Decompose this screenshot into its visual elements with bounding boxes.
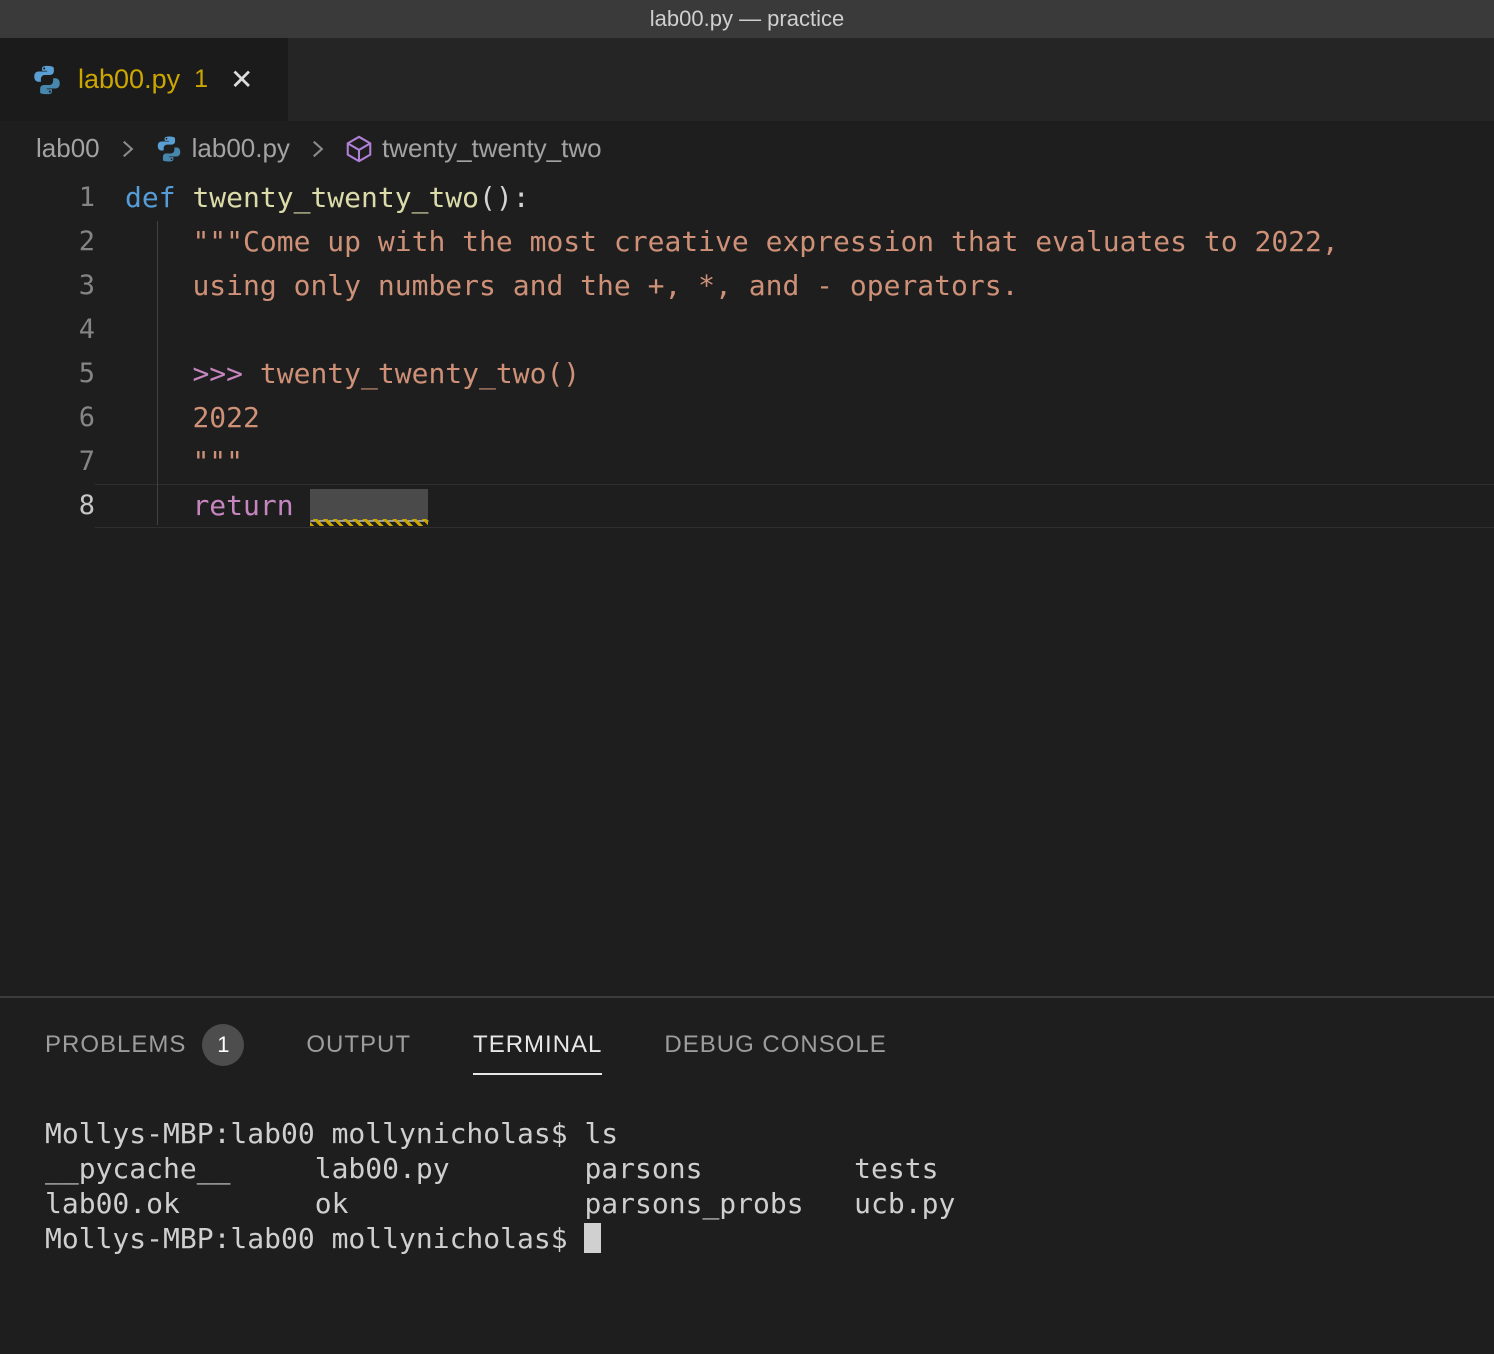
- terminal-line: Mollys-MBP:lab00 mollynicholas$: [45, 1221, 1474, 1256]
- tab-filename: lab00.py: [78, 64, 180, 95]
- tab-problems[interactable]: PROBLEMS 1: [45, 1024, 244, 1066]
- terminal-line: __pycache__ lab00.py parsons tests: [45, 1151, 1474, 1186]
- tab-bar: lab00.py 1 ✕: [0, 38, 1494, 121]
- terminal-cursor: [584, 1223, 601, 1253]
- tab-lab00py[interactable]: lab00.py 1 ✕: [0, 38, 288, 121]
- code-line[interactable]: 6 2022: [0, 396, 1494, 440]
- panel-tabs: PROBLEMS 1 OUTPUT TERMINAL DEBUG CONSOLE: [45, 1022, 887, 1068]
- breadcrumb: lab00 lab00.py twenty_twenty_two: [0, 121, 1494, 176]
- terminal[interactable]: Mollys-MBP:lab00 mollynicholas$ ls__pyca…: [45, 1116, 1474, 1256]
- python-icon: [30, 63, 64, 97]
- line-number: 7: [0, 440, 95, 484]
- code-line[interactable]: 8 return _______: [0, 484, 1494, 528]
- code-line[interactable]: 4: [0, 308, 1494, 352]
- close-icon[interactable]: ✕: [230, 66, 253, 94]
- code-line[interactable]: 3 using only numbers and the +, *, and -…: [0, 264, 1494, 308]
- chevron-right-icon: [114, 136, 140, 162]
- line-number: 8: [0, 484, 95, 528]
- code-text: """: [95, 440, 1494, 484]
- tab-debug-console[interactable]: DEBUG CONSOLE: [664, 1031, 886, 1059]
- line-number: 1: [0, 176, 95, 220]
- line-number: 2: [0, 220, 95, 264]
- window-title: lab00.py — practice: [650, 6, 844, 32]
- title-bar: lab00.py — practice: [0, 0, 1494, 38]
- code-line[interactable]: 2 """Come up with the most creative expr…: [0, 220, 1494, 264]
- chevron-right-icon: [304, 136, 330, 162]
- code-line[interactable]: 7 """: [0, 440, 1494, 484]
- breadcrumb-folder[interactable]: lab00: [36, 133, 100, 164]
- problems-count-badge: 1: [202, 1024, 244, 1066]
- tab-terminal[interactable]: TERMINAL: [473, 1031, 602, 1059]
- python-icon: [154, 134, 184, 164]
- code-text: """Come up with the most creative expres…: [95, 220, 1494, 264]
- code-line[interactable]: 5 >>> twenty_twenty_two(): [0, 352, 1494, 396]
- breadcrumb-file[interactable]: lab00.py: [154, 133, 290, 164]
- line-number: 5: [0, 352, 95, 396]
- line-number: 4: [0, 308, 95, 352]
- breadcrumb-symbol[interactable]: twenty_twenty_two: [344, 133, 602, 164]
- terminal-line: lab00.ok ok parsons_probs ucb.py: [45, 1186, 1474, 1221]
- indent-guide: [157, 221, 158, 525]
- code-text: using only numbers and the +, *, and - o…: [95, 264, 1494, 308]
- line-number: 3: [0, 264, 95, 308]
- tab-problem-count: 1: [194, 65, 208, 94]
- code-line[interactable]: 1def twenty_twenty_two():: [0, 176, 1494, 220]
- code-text: >>> twenty_twenty_two(): [95, 352, 1494, 396]
- code-lines: 1def twenty_twenty_two():2 """Come up wi…: [0, 176, 1494, 528]
- code-text: [95, 308, 1494, 352]
- code-text: 2022: [95, 396, 1494, 440]
- tab-output[interactable]: OUTPUT: [306, 1031, 411, 1059]
- panel-divider[interactable]: [0, 996, 1494, 998]
- code-editor[interactable]: 1def twenty_twenty_two():2 """Come up wi…: [0, 176, 1494, 996]
- terminal-line: Mollys-MBP:lab00 mollynicholas$ ls: [45, 1116, 1474, 1151]
- code-text: def twenty_twenty_two():: [95, 176, 1494, 220]
- code-text: return _______: [95, 484, 1494, 528]
- symbol-cube-icon: [344, 134, 374, 164]
- line-number: 6: [0, 396, 95, 440]
